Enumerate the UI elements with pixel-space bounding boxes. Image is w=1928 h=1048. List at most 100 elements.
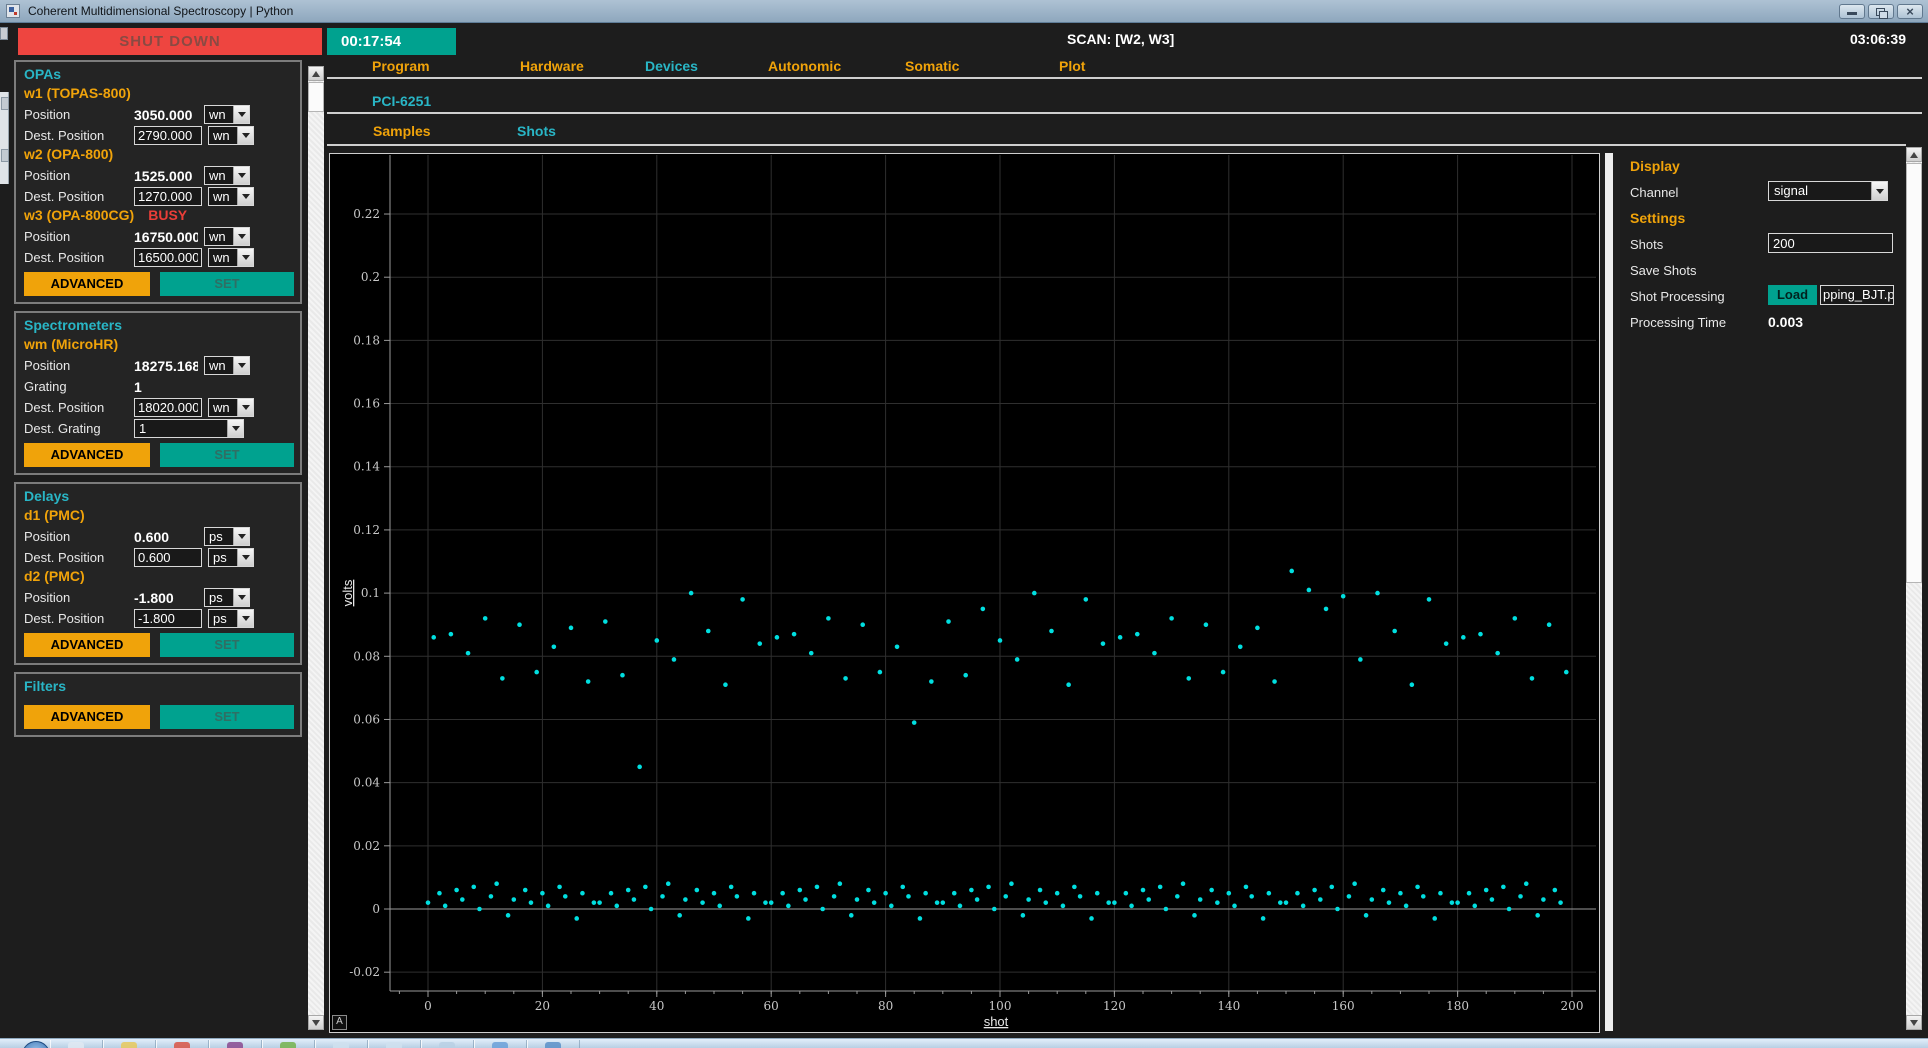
unit-select[interactable]: wn — [208, 398, 254, 417]
scroll-up-icon[interactable] — [308, 66, 324, 81]
unit-select[interactable]: wn — [204, 166, 250, 185]
shutdown-button[interactable]: SHUT DOWN — [18, 28, 322, 55]
chevron-down-icon[interactable] — [237, 549, 253, 566]
row-input[interactable] — [134, 398, 202, 417]
row-input[interactable] — [134, 248, 202, 267]
chevron-down-icon[interactable] — [237, 399, 253, 416]
advanced-button[interactable]: ADVANCED — [24, 633, 150, 657]
row-select[interactable]: 1 — [134, 419, 244, 438]
chevron-down-icon[interactable] — [237, 127, 253, 144]
scroll-down-icon[interactable] — [1906, 1015, 1922, 1030]
svg-text:0.12: 0.12 — [353, 523, 380, 537]
unit-select-value: wn — [209, 249, 237, 266]
chevron-down-icon[interactable] — [237, 610, 253, 627]
chevron-down-icon[interactable] — [233, 589, 249, 606]
taskbar-app-tile[interactable] — [421, 1040, 474, 1048]
channel-select[interactable]: signal — [1768, 181, 1888, 201]
advanced-button[interactable]: ADVANCED — [24, 705, 150, 729]
chevron-down-icon[interactable] — [233, 357, 249, 374]
unit-select[interactable]: wn — [208, 248, 254, 267]
data-point — [592, 900, 597, 905]
chevron-down-icon[interactable] — [233, 528, 249, 545]
data-point — [1089, 916, 1094, 921]
sidebar-scrollbar-thumb[interactable] — [308, 82, 324, 112]
sidebar-scrollbar[interactable] — [308, 66, 324, 1030]
row-input[interactable] — [134, 548, 202, 567]
data-point — [952, 891, 957, 896]
close-button[interactable]: × — [1897, 4, 1923, 19]
taskbar-app-tile[interactable] — [527, 1040, 580, 1048]
taskbar-app-tile[interactable] — [262, 1040, 315, 1048]
tab-shots[interactable]: Shots — [517, 123, 556, 139]
data-point — [1284, 900, 1289, 905]
chevron-down-icon[interactable] — [237, 249, 253, 266]
advanced-button[interactable]: ADVANCED — [24, 272, 150, 296]
tab-somatic[interactable]: Somatic — [905, 58, 959, 74]
unit-select[interactable]: wn — [208, 187, 254, 206]
titlebar[interactable]: Coherent Multidimensional Spectroscopy |… — [0, 0, 1928, 23]
section-title: Filters — [24, 678, 294, 697]
start-button[interactable] — [22, 1041, 50, 1048]
shots-plot[interactable]: A -0.0200.020.040.060.080.10.120.140.160… — [329, 153, 1600, 1033]
data-point — [1547, 622, 1552, 627]
row-label: Position — [24, 229, 134, 244]
load-button[interactable]: Load — [1768, 285, 1817, 305]
minimize-button[interactable] — [1839, 4, 1865, 19]
chevron-down-icon[interactable] — [233, 228, 249, 245]
set-button[interactable]: SET — [160, 705, 294, 729]
autoscale-button[interactable]: A — [332, 1015, 347, 1030]
unit-select-value: wn — [205, 167, 233, 184]
unit-select[interactable]: wn — [208, 126, 254, 145]
tab-autonomic[interactable]: Autonomic — [768, 58, 841, 74]
unit-select[interactable]: ps — [204, 527, 250, 546]
taskbar-app-tile[interactable] — [474, 1040, 527, 1048]
runtime-timer: 00:17:54 — [327, 28, 456, 55]
tab-plot[interactable]: Plot — [1059, 58, 1085, 74]
tab-hardware[interactable]: Hardware — [520, 58, 584, 74]
chevron-down-icon[interactable] — [237, 188, 253, 205]
data-point — [986, 885, 991, 890]
restore-button[interactable] — [1868, 4, 1894, 19]
unit-select[interactable]: wn — [204, 356, 250, 375]
taskbar-app-tile[interactable] — [156, 1040, 209, 1048]
section-buttons: ADVANCED SET — [24, 443, 294, 467]
shots-input[interactable] — [1768, 233, 1893, 253]
chevron-down-icon[interactable] — [227, 420, 243, 437]
taskbar-app-tile[interactable] — [50, 1040, 103, 1048]
set-button[interactable]: SET — [160, 443, 294, 467]
row-input[interactable] — [134, 187, 202, 206]
taskbar-app-tile[interactable] — [368, 1040, 421, 1048]
unit-select[interactable]: ps — [208, 548, 254, 567]
taskbar-app-tile[interactable] — [103, 1040, 156, 1048]
data-point — [552, 645, 557, 650]
taskbar-app-tile[interactable] — [315, 1040, 368, 1048]
advanced-button[interactable]: ADVANCED — [24, 443, 150, 467]
scatter-plot-canvas[interactable]: -0.0200.020.040.060.080.10.120.140.160.1… — [330, 154, 1599, 1032]
tab-program[interactable]: Program — [372, 58, 430, 74]
shot-processing-file[interactable]: pping_BJT.py — [1820, 285, 1894, 305]
tab-samples[interactable]: Samples — [373, 123, 431, 139]
set-button[interactable]: SET — [160, 272, 294, 296]
unit-select[interactable]: wn — [204, 227, 250, 246]
chevron-down-icon[interactable] — [233, 106, 249, 123]
unit-select[interactable]: wn — [204, 105, 250, 124]
right-panel-scrollbar-thumb[interactable] — [1906, 163, 1922, 583]
tab-devices[interactable]: Devices — [645, 58, 698, 74]
scroll-up-icon[interactable] — [1906, 147, 1922, 162]
row-label: Dest. Grating — [24, 421, 134, 436]
unit-select[interactable]: ps — [208, 609, 254, 628]
right-panel-scrollbar[interactable] — [1906, 147, 1922, 1030]
windows-taskbar[interactable] — [0, 1038, 1928, 1048]
row-input[interactable] — [134, 609, 202, 628]
tab-pci-6251[interactable]: PCI-6251 — [372, 93, 431, 109]
data-point — [1410, 682, 1415, 687]
chevron-down-icon[interactable] — [1871, 182, 1887, 200]
unit-select[interactable]: ps — [204, 588, 250, 607]
row-input[interactable] — [134, 126, 202, 145]
plot-scrollbar[interactable] — [1605, 153, 1613, 1031]
set-button[interactable]: SET — [160, 633, 294, 657]
scroll-down-icon[interactable] — [308, 1015, 324, 1030]
row-value: 1 — [134, 379, 198, 395]
chevron-down-icon[interactable] — [233, 167, 249, 184]
taskbar-app-tile[interactable] — [209, 1040, 262, 1048]
